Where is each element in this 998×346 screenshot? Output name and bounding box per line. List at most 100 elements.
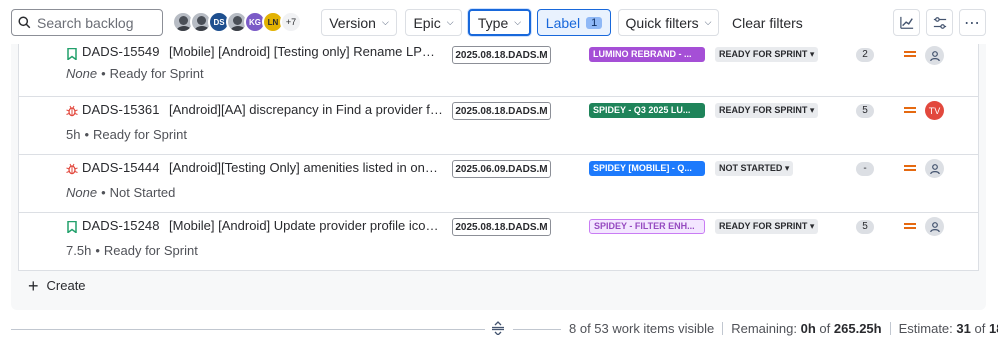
separator (889, 322, 891, 335)
status-label: NOT STARTED (719, 163, 783, 173)
create-label: Create (46, 278, 86, 293)
search-placeholder: Search backlog (37, 14, 134, 31)
work-item-key[interactable]: DADS-15248 (82, 218, 160, 233)
avatar-group: DS KG LN +7 (172, 11, 302, 33)
fix-version-lozenge[interactable]: 2025.08.18.DADS.M (452, 46, 551, 64)
table-row[interactable]: DADS-15444 [Android][Testing Only] ameni… (19, 154, 978, 212)
chevron-down-icon: ⌵ (381, 17, 389, 27)
story-points-badge[interactable]: - (856, 162, 874, 176)
status-dropdown[interactable]: READY FOR SPRINT ▾ (715, 219, 819, 234)
fix-version-lozenge[interactable]: 2025.08.18.DADS.M (452, 218, 551, 236)
more-icon: ⋯ (964, 14, 981, 32)
person-icon (929, 163, 940, 174)
backlog-summary: 8 of 53 work items visible Remaining: 0h … (569, 321, 998, 336)
work-item-meta: None • Ready for Sprint (66, 66, 204, 81)
separator (722, 322, 724, 335)
chevron-down-icon: ▾ (809, 221, 815, 231)
clear-filters-button[interactable]: Clear filters (732, 9, 803, 36)
epic-lozenge[interactable]: SPIDEY - Q3 2025 LU... (589, 103, 705, 118)
priority-medium-icon[interactable] (904, 51, 916, 57)
version-filter-button[interactable]: Version ⌵ (321, 9, 397, 36)
remaining-of: of (819, 321, 831, 336)
more-actions-button[interactable]: ⋯ (959, 9, 986, 36)
estimate-of: of (974, 321, 986, 336)
quick-filters-button[interactable]: Quick filters ⌵ (618, 9, 719, 36)
divider (11, 329, 485, 330)
table-row[interactable]: DADS-15549 [Mobile] [Android] [Testing o… (19, 44, 978, 96)
estimate-total: 187 (988, 321, 998, 336)
chevron-down-icon: ▾ (784, 163, 790, 173)
epic-filter-label: Epic (413, 14, 441, 31)
work-item-summary[interactable]: [Mobile] [Android] [Testing only] Rename… (169, 44, 443, 59)
plus-icon: + (28, 275, 39, 296)
estimate-value: 5h (66, 127, 81, 142)
estimate-label: Estimate: (898, 321, 953, 336)
visible-count: 8 of 53 work items visible (569, 321, 715, 336)
quick-filters-label: Quick filters (625, 14, 699, 31)
insights-button[interactable] (893, 9, 920, 36)
status-label: READY FOR SPRINT (719, 49, 808, 59)
status-dropdown[interactable]: READY FOR SPRINT ▾ (715, 103, 819, 118)
estimate-value: 7.5h (66, 243, 92, 258)
label-filter-count: 1 (586, 16, 603, 29)
remaining-value: 0h (800, 321, 816, 336)
work-item-key[interactable]: DADS-15444 (82, 160, 160, 175)
status-text: Ready for Sprint (109, 66, 204, 81)
estimate-value: 31 (956, 321, 971, 336)
priority-medium-icon[interactable] (904, 107, 916, 113)
work-item-key[interactable]: DADS-15361 (82, 102, 160, 117)
chevron-down-icon: ▾ (809, 105, 815, 115)
unassigned-avatar[interactable] (925, 159, 944, 178)
chevron-down-icon: ⌵ (446, 17, 454, 27)
epic-lozenge[interactable]: SPIDEY - FILTER ENH... (589, 219, 705, 234)
remaining-total: 265.25h (833, 321, 882, 336)
status-label: READY FOR SPRINT (719, 221, 808, 231)
story-icon (67, 48, 77, 60)
search-input[interactable]: Search backlog (11, 9, 163, 36)
table-row[interactable]: DADS-15361 [Android][AA] discrepancy in … (19, 96, 978, 154)
remaining-label: Remaining: (731, 321, 797, 336)
status-dropdown[interactable]: NOT STARTED ▾ (715, 161, 794, 176)
assignee-avatar[interactable]: TV (925, 101, 944, 120)
story-points-badge[interactable]: 5 (856, 104, 874, 118)
separator-dot: • (101, 185, 106, 200)
divider (513, 329, 561, 330)
status-text: Not Started (109, 185, 176, 200)
epic-lozenge[interactable]: LUMINO REBRAND - ... (589, 47, 705, 62)
work-item-summary[interactable]: [Android][Testing Only] amenities listed… (169, 160, 443, 175)
status-text: Ready for Sprint (93, 127, 187, 142)
fix-version-lozenge[interactable]: 2025.06.09.DADS.M (452, 160, 551, 178)
type-filter-button[interactable]: Type ⌵ (468, 9, 531, 36)
work-item-summary[interactable]: [Mobile] [Android] Update provider profi… (169, 218, 443, 233)
estimate-value: None (66, 185, 98, 200)
resize-handle-icon[interactable] (490, 321, 506, 337)
person-icon (929, 50, 940, 61)
estimate-value: None (66, 66, 98, 81)
settings-sliders-icon (933, 16, 946, 29)
table-row[interactable]: DADS-15248 [Mobile] [Android] Update pro… (19, 212, 978, 270)
unassigned-avatar[interactable] (925, 217, 944, 236)
search-icon (18, 16, 31, 29)
create-item-button[interactable]: + Create (28, 275, 86, 296)
separator-dot: • (101, 66, 106, 81)
priority-medium-icon[interactable] (904, 223, 916, 229)
label-filter-label: Label (545, 14, 581, 31)
person-icon (929, 221, 940, 232)
story-points-badge[interactable]: 2 (856, 48, 874, 62)
unassigned-avatar[interactable] (925, 46, 944, 65)
status-dropdown[interactable]: READY FOR SPRINT ▾ (715, 47, 819, 62)
epic-filter-button[interactable]: Epic ⌵ (405, 9, 462, 36)
more-avatars-button[interactable]: +7 (280, 11, 302, 33)
priority-medium-icon[interactable] (904, 165, 916, 171)
work-item-key[interactable]: DADS-15549 (82, 44, 160, 59)
work-item-meta: 7.5h • Ready for Sprint (66, 243, 198, 258)
work-item-meta: 5h • Ready for Sprint (66, 127, 187, 142)
work-item-meta: None • Not Started (66, 185, 175, 200)
work-item-summary[interactable]: [Android][AA] discrepancy in Find a prov… (169, 102, 443, 117)
label-filter-button[interactable]: Label 1 (537, 9, 611, 36)
view-settings-button[interactable] (926, 9, 953, 36)
story-points-badge[interactable]: 5 (856, 220, 874, 234)
bug-icon (66, 163, 78, 175)
fix-version-lozenge[interactable]: 2025.08.18.DADS.M (452, 102, 551, 120)
epic-lozenge[interactable]: SPIDEY [MOBILE] - Q... (589, 161, 705, 176)
